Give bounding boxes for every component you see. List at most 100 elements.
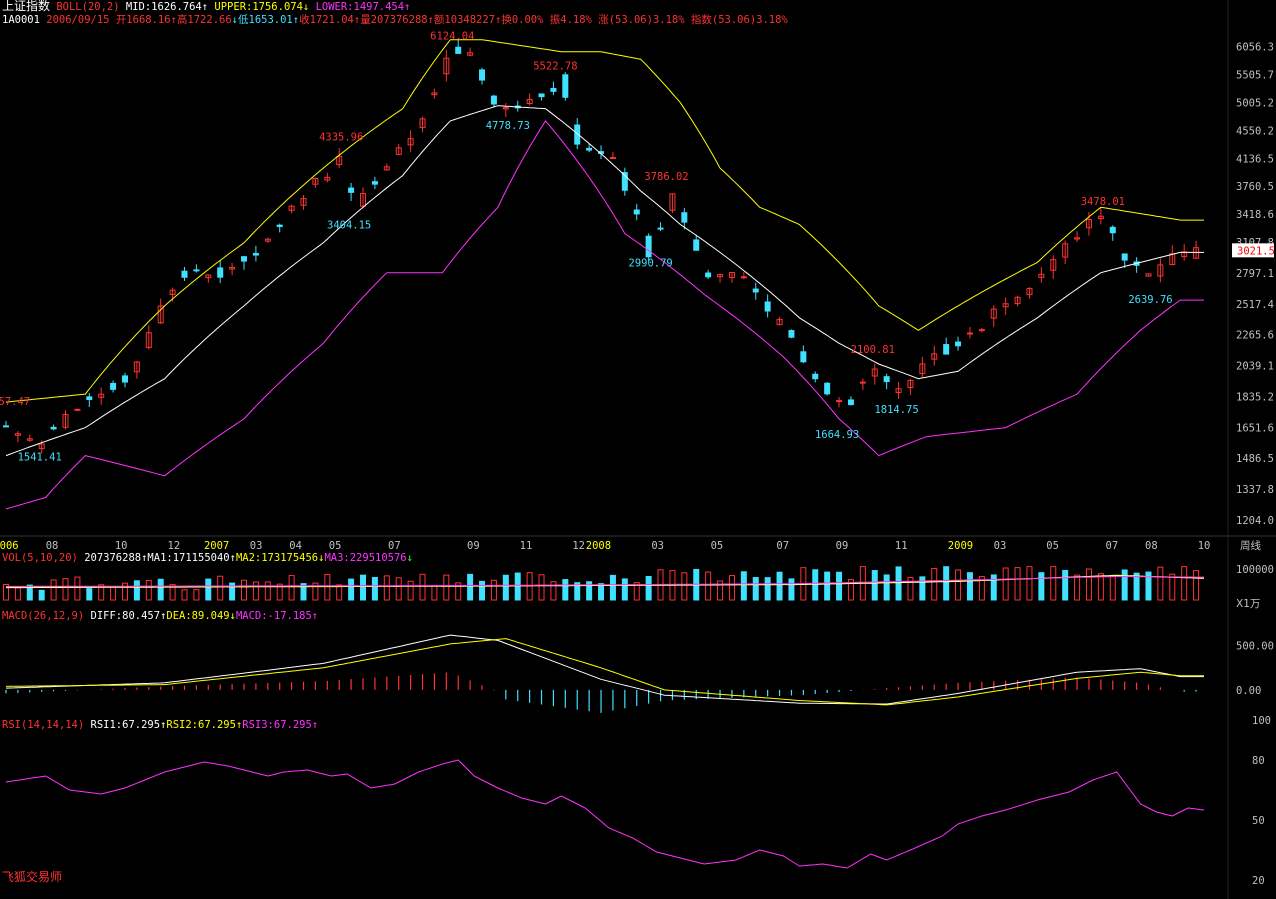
- rsi-1: RSI1:67.295: [90, 719, 161, 731]
- volume-bar: [181, 589, 188, 601]
- volume-axis-tick-label: 100000: [1236, 564, 1274, 576]
- volume-bar: [550, 581, 557, 601]
- quote-line: 1A0001 2006/09/15 开1668.16↑高1722.66↓低165…: [2, 14, 788, 27]
- price-annotation-high: 3478.01: [1081, 196, 1125, 208]
- volume-bar: [812, 569, 819, 601]
- price-annotation-high: 5522.78: [533, 61, 577, 73]
- volume-bar: [955, 569, 962, 601]
- candle-body: [800, 351, 807, 363]
- current-price-tag: 3021.5: [1232, 243, 1275, 258]
- x-axis-tick-label: 2007: [204, 540, 229, 552]
- volume-bar: [62, 578, 69, 601]
- quote-amount: 额10348227: [433, 14, 495, 26]
- quote-low: 低1653.01: [238, 14, 293, 26]
- price-annotation-low: 1541.41: [18, 452, 62, 464]
- x-axis-tick-label: 05: [711, 540, 724, 552]
- candle-body: [348, 187, 355, 193]
- rsi-label: RSI(14,14,14): [2, 719, 85, 731]
- candle-body: [74, 408, 81, 411]
- x-axis-tick-label: 09: [467, 540, 480, 552]
- x-axis-tick-label: 08: [1145, 540, 1158, 552]
- volume-bar: [14, 587, 21, 601]
- period-label[interactable]: 周线: [1240, 538, 1261, 553]
- price-axis-tick-label: 4136.5: [1236, 153, 1274, 165]
- candle-body: [812, 373, 819, 380]
- candle-body: [455, 46, 462, 54]
- volume-bar: [431, 584, 438, 601]
- rsi-axis-tick-label: 80: [1252, 755, 1265, 767]
- x-axis-tick-label: 09: [836, 540, 849, 552]
- candle-body: [824, 382, 831, 395]
- macd-panel-header: MACD(26,12,9) DIFF:80.457↑DEA:89.049↓MAC…: [2, 610, 318, 623]
- candle-body: [110, 382, 117, 390]
- candle-body: [252, 252, 259, 256]
- volume-bar: [871, 570, 878, 601]
- quote-change: 涨(53.06)3.18%: [598, 14, 685, 26]
- macd-axis-tick-label: 500.00: [1236, 641, 1274, 653]
- candle-body: [550, 87, 557, 92]
- price-axis-tick-label: 3418.6: [1236, 209, 1274, 221]
- rsi-3: RSI3:67.295: [242, 719, 312, 731]
- x-axis-tick-label: 07: [388, 540, 401, 552]
- price-axis-tick-label: 4550.2: [1236, 125, 1274, 137]
- volume-bar: [443, 574, 450, 601]
- candle-body: [955, 341, 962, 347]
- candle-body: [883, 376, 890, 383]
- volume-bar: [264, 581, 271, 601]
- volume-bar: [371, 576, 378, 601]
- price-annotation-high: 2100.81: [851, 344, 895, 356]
- vol-ma1: MA1:171155040: [147, 552, 230, 564]
- quote-index-change: 指数(53.06)3.18%: [690, 14, 788, 26]
- candle-body: [633, 209, 640, 215]
- candle-body: [752, 288, 759, 293]
- volume-bar: [752, 577, 759, 601]
- candle-body: [859, 381, 866, 384]
- price-axis-tick-label: 2797.1: [1236, 268, 1274, 280]
- volume-bar: [598, 583, 605, 601]
- price-annotation-low: 4778.73: [486, 120, 530, 132]
- volume-bar: [133, 580, 140, 601]
- volume-bar: [38, 589, 45, 601]
- price-panel-header: 上证指数 BOLL(20,2) MID:1626.764↑ UPPER:1756…: [2, 0, 410, 14]
- volume-bar: [217, 575, 224, 601]
- volume-bar: [157, 578, 164, 601]
- candle-body: [788, 330, 795, 338]
- volume-bar: [86, 588, 93, 601]
- price-axis-tick-label: 1486.5: [1236, 453, 1274, 465]
- candle-body: [609, 156, 616, 159]
- candle-body: [50, 426, 57, 430]
- price-annotation-high: 4335.96: [319, 131, 363, 143]
- volume-bar: [383, 575, 390, 601]
- candle-body: [586, 147, 593, 151]
- x-axis-tick-label: 2008: [586, 540, 611, 552]
- volume-bar: [205, 578, 212, 601]
- volume-bar: [490, 579, 497, 601]
- volume-bar: [1085, 568, 1092, 601]
- volume-bar: [883, 574, 890, 601]
- boll-mid-line: [5, 105, 1204, 457]
- volume-bar: [121, 582, 128, 601]
- macd-axis-tick-label: 0.00: [1236, 685, 1261, 697]
- candle-body: [217, 267, 224, 278]
- candle-body: [241, 256, 248, 262]
- candle-body: [276, 224, 283, 228]
- candle-body: [538, 93, 545, 98]
- volume-panel-header: VOL(5,10,20) 207376288↑MA1:171155040↑MA2…: [2, 552, 413, 565]
- price-annotation-high: 3786.02: [644, 171, 688, 183]
- macd-dea: DEA:89.049: [166, 610, 230, 622]
- price-axis-tick-label: 5005.2: [1236, 97, 1274, 109]
- volume-bar: [502, 574, 509, 601]
- volume-bar: [895, 566, 902, 601]
- candle-body: [1121, 253, 1128, 261]
- volume-bar: [788, 578, 795, 601]
- arrow-up-icon: ↑: [311, 610, 319, 622]
- price-annotation-high: 6124.04: [430, 30, 474, 42]
- x-axis-tick-label: 07: [776, 540, 789, 552]
- price-axis-tick-label: 6056.3: [1236, 42, 1274, 54]
- arrow-up-icon: ↑: [311, 719, 319, 731]
- current-price-value: 3021.5: [1237, 245, 1275, 257]
- volume-bar: [1193, 570, 1200, 601]
- volume-bar: [145, 579, 152, 601]
- price-annotation-high: 1757.47: [0, 396, 30, 408]
- volume-bar: [252, 581, 259, 601]
